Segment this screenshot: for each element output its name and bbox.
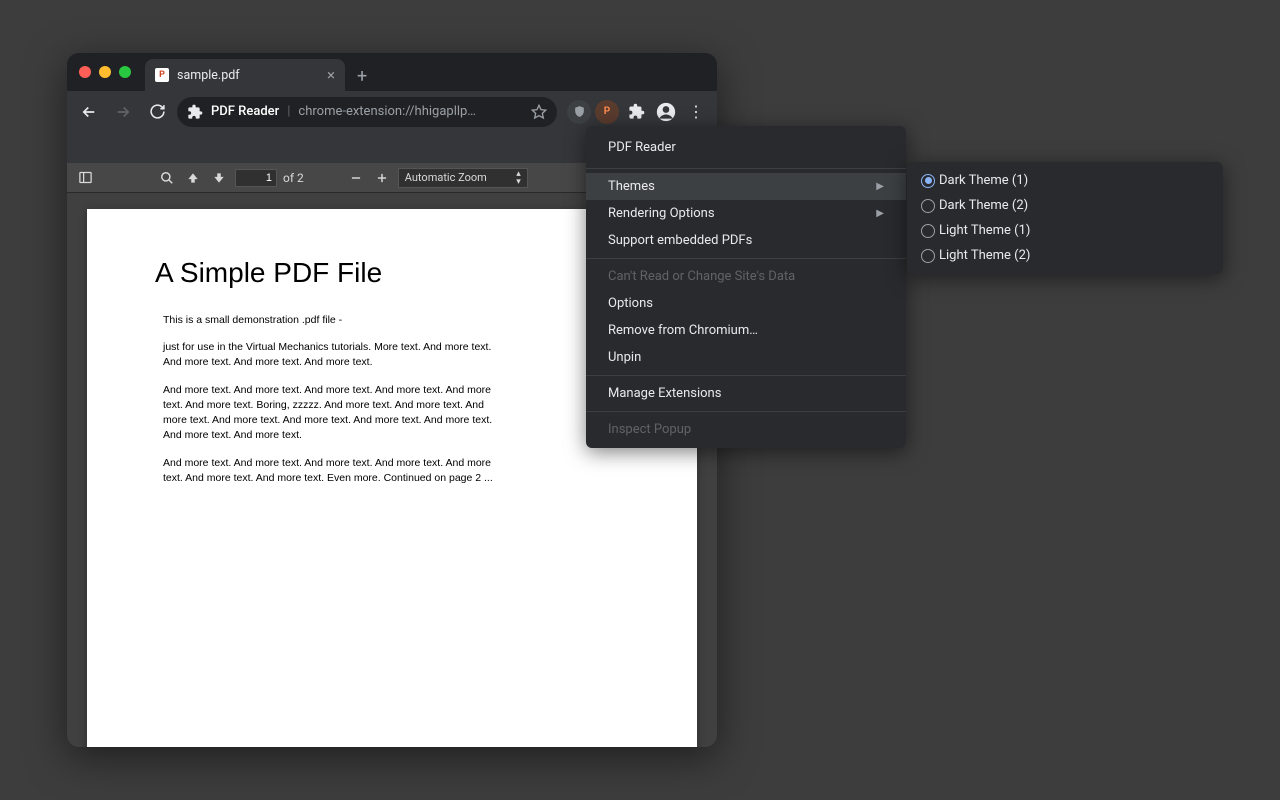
zoom-in-button[interactable] (372, 168, 392, 188)
adblock-extension-button[interactable] (567, 100, 591, 124)
puzzle-icon (628, 103, 645, 120)
traffic-lights (79, 66, 131, 78)
chevron-right-icon: ▶ (876, 181, 884, 192)
star-icon (531, 104, 547, 120)
document-title: A Simple PDF File (155, 257, 629, 289)
new-tab-button[interactable]: + (345, 66, 379, 87)
reload-icon (149, 103, 166, 120)
extension-icon (187, 104, 203, 120)
arrow-down-icon (212, 171, 226, 185)
sidebar-icon (78, 170, 93, 185)
extension-context-menu: PDF Reader Themes ▶ Rendering Options ▶ … (586, 126, 906, 448)
toolbar-icons: P ⋮ (563, 99, 709, 125)
radio-unchecked-icon (921, 249, 935, 263)
menu-item-site-data: Can't Read or Change Site's Data (586, 263, 906, 290)
minimize-window-button[interactable] (99, 66, 111, 78)
forward-button[interactable] (109, 98, 137, 126)
menu-item-rendering[interactable]: Rendering Options ▶ (586, 200, 906, 227)
plus-icon (375, 171, 389, 185)
menu-separator (586, 258, 906, 259)
document-paragraph: And more text. And more text. And more t… (155, 383, 495, 444)
chevron-right-icon: ▶ (876, 208, 884, 219)
profile-button[interactable] (653, 99, 679, 125)
search-icon (160, 171, 174, 185)
menu-item-label: Remove from Chromium… (608, 323, 758, 338)
page-total-label: of 2 (283, 171, 304, 185)
menu-item-remove[interactable]: Remove from Chromium… (586, 317, 906, 344)
menu-item-inspect: Inspect Popup (586, 416, 906, 443)
menu-item-label: Themes (608, 179, 655, 194)
menu-item-label: Can't Read or Change Site's Data (608, 269, 795, 284)
browser-tab[interactable]: P sample.pdf × (145, 59, 345, 91)
reload-button[interactable] (143, 98, 171, 126)
radio-checked-icon (921, 174, 935, 188)
titlebar: P sample.pdf × + (67, 53, 717, 91)
address-label: PDF Reader (211, 104, 279, 119)
arrow-up-icon (186, 171, 200, 185)
menu-separator (586, 168, 906, 169)
themes-submenu: Dark Theme (1) Dark Theme (2) Light Them… (907, 162, 1223, 274)
menu-item-themes[interactable]: Themes ▶ (586, 173, 906, 200)
address-separator: | (287, 104, 290, 119)
menu-item-unpin[interactable]: Unpin (586, 344, 906, 371)
theme-option-label: Light Theme (1) (939, 223, 1030, 238)
theme-option-light-2[interactable]: Light Theme (2) (907, 243, 1223, 268)
shield-icon (573, 105, 586, 118)
menu-item-label: Rendering Options (608, 206, 715, 221)
next-page-button[interactable] (209, 168, 229, 188)
back-button[interactable] (75, 98, 103, 126)
theme-option-dark-1[interactable]: Dark Theme (1) (907, 168, 1223, 193)
find-button[interactable] (157, 168, 177, 188)
zoom-select[interactable]: Automatic Zoom ▴▾ (398, 168, 528, 188)
menu-header: PDF Reader (586, 131, 906, 164)
arrow-left-icon (80, 103, 98, 121)
theme-option-light-1[interactable]: Light Theme (1) (907, 218, 1223, 243)
close-tab-button[interactable]: × (327, 66, 335, 84)
radio-unchecked-icon (921, 224, 935, 238)
minus-icon (349, 171, 363, 185)
theme-option-label: Dark Theme (2) (939, 198, 1028, 213)
tab-title: sample.pdf (177, 68, 319, 83)
menu-item-label: Options (608, 296, 653, 311)
page-number-input[interactable] (235, 169, 277, 187)
browser-toolbar: PDF Reader | chrome-extension://hhigapll… (67, 91, 717, 131)
document-paragraph: And more text. And more text. And more t… (155, 456, 495, 486)
theme-option-dark-2[interactable]: Dark Theme (2) (907, 193, 1223, 218)
close-window-button[interactable] (79, 66, 91, 78)
theme-option-label: Dark Theme (1) (939, 173, 1028, 188)
menu-item-label: Unpin (608, 350, 641, 365)
address-bar[interactable]: PDF Reader | chrome-extension://hhigapll… (177, 97, 557, 127)
browser-menu-button[interactable]: ⋮ (683, 99, 709, 125)
menu-separator (586, 375, 906, 376)
zoom-out-button[interactable] (346, 168, 366, 188)
bookmark-button[interactable] (531, 104, 547, 120)
address-url: chrome-extension://hhigapllp… (298, 104, 476, 119)
arrow-right-icon (114, 103, 132, 121)
zoom-select-label: Automatic Zoom (405, 171, 487, 184)
theme-option-label: Light Theme (2) (939, 248, 1030, 263)
document-paragraph: just for use in the Virtual Mechanics tu… (155, 340, 495, 370)
prev-page-button[interactable] (183, 168, 203, 188)
radio-unchecked-icon (921, 199, 935, 213)
menu-item-options[interactable]: Options (586, 290, 906, 317)
maximize-window-button[interactable] (119, 66, 131, 78)
pdf-favicon-icon: P (155, 68, 169, 82)
menu-item-label: Inspect Popup (608, 422, 691, 437)
document-paragraph: This is a small demonstration .pdf file … (155, 313, 495, 328)
extensions-button[interactable] (623, 99, 649, 125)
menu-item-label: Manage Extensions (608, 386, 721, 401)
avatar-icon (656, 102, 676, 122)
menu-item-embedded[interactable]: Support embedded PDFs (586, 227, 906, 254)
menu-separator (586, 411, 906, 412)
sidebar-toggle-button[interactable] (75, 168, 95, 188)
select-arrows-icon: ▴▾ (516, 170, 521, 186)
menu-item-label: Support embedded PDFs (608, 233, 752, 248)
menu-item-manage[interactable]: Manage Extensions (586, 380, 906, 407)
pdf-reader-extension-button[interactable]: P (595, 100, 619, 124)
